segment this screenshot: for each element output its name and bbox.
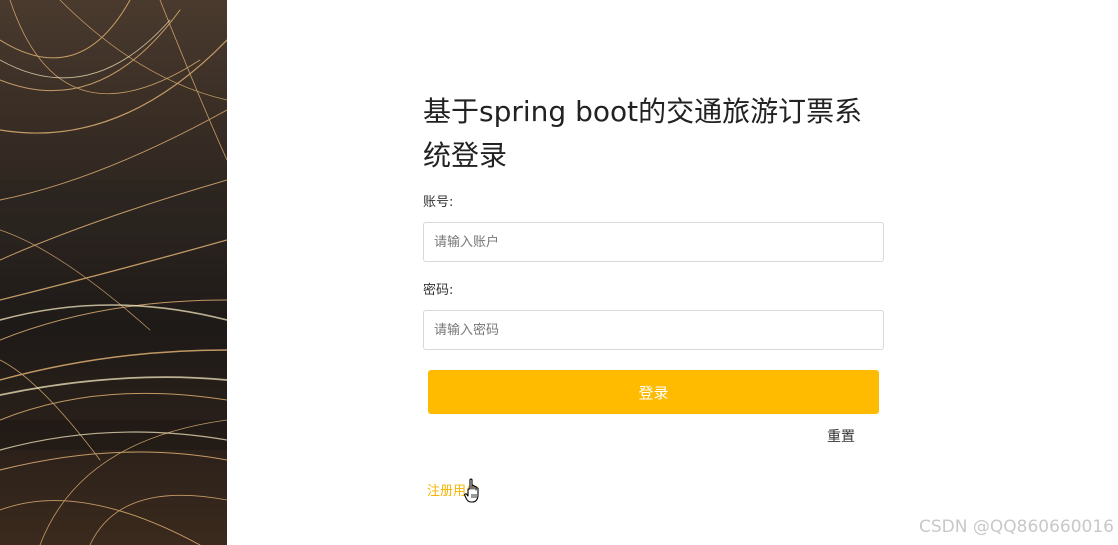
username-label: 账号: — [423, 195, 454, 210]
login-page: 基于spring boot的交通旅游订票系统登录 账号: 密码: 登录 重置 注… — [0, 0, 1118, 545]
login-form: 基于spring boot的交通旅游订票系统登录 账号: 密码: 登录 重置 — [423, 90, 885, 448]
login-button[interactable]: 登录 — [428, 370, 879, 414]
reset-button[interactable]: 重置 — [827, 426, 855, 446]
hand-pointer-icon — [464, 478, 479, 503]
csdn-watermark: CSDN @QQ860660016 — [919, 517, 1114, 537]
password-input[interactable] — [423, 310, 884, 350]
background-sparks-image — [0, 0, 227, 545]
password-label: 密码: — [423, 283, 454, 298]
username-input[interactable] — [423, 222, 884, 262]
page-title: 基于spring boot的交通旅游订票系统登录 — [423, 95, 863, 172]
sparks-illustration — [0, 0, 227, 545]
reset-row: 重置 — [423, 426, 885, 448]
